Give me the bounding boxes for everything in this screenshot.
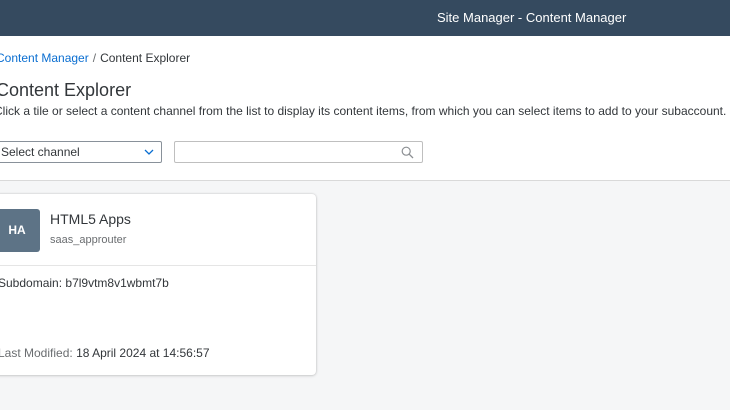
- tile-subdomain-label: Subdomain:: [0, 276, 63, 290]
- channel-select[interactable]: Select channel: [0, 141, 162, 163]
- breadcrumb-link-content-manager[interactable]: Content Manager: [0, 51, 89, 65]
- tile-subdomain-value: b7l9vtm8v1wbmt7b: [65, 276, 169, 290]
- breadcrumb-current: Content Explorer: [100, 51, 191, 65]
- search-icon[interactable]: [401, 146, 414, 159]
- shell-title: Site Manager - Content Manager: [437, 10, 627, 25]
- tile-modified-value: 18 April 2024 at 14:56:57: [76, 346, 210, 360]
- tile-divider: [0, 265, 316, 266]
- breadcrumb-separator: /: [92, 51, 97, 65]
- search-input[interactable]: [179, 144, 399, 160]
- page-header: Content Manager / Content Explorer Content…: [0, 36, 730, 181]
- tile-subtitle: saas_approuter: [50, 234, 127, 246]
- page-title: Content Explorer: [0, 80, 132, 100]
- channel-select-value: Select channel: [1, 145, 80, 159]
- search-field: [174, 141, 423, 163]
- shell-bar: Site Manager - Content Manager: [0, 0, 730, 36]
- breadcrumb: Content Manager / Content Explorer: [0, 51, 190, 65]
- tile-avatar: HA: [0, 209, 40, 252]
- tile-last-modified: Last Modified: 18 April 2024 at 14:56:57: [0, 346, 210, 360]
- tile-modified-label: Last Modified:: [0, 346, 73, 360]
- page-description: Click a tile or select a content channel…: [0, 104, 727, 118]
- tile-title: HTML5 Apps: [50, 211, 131, 227]
- content-tile[interactable]: HA HTML5 Apps saas_approuter Subdomain: …: [0, 194, 316, 375]
- chevron-down-icon: [144, 149, 154, 155]
- tile-subdomain: Subdomain: b7l9vtm8v1wbmt7b: [0, 276, 169, 290]
